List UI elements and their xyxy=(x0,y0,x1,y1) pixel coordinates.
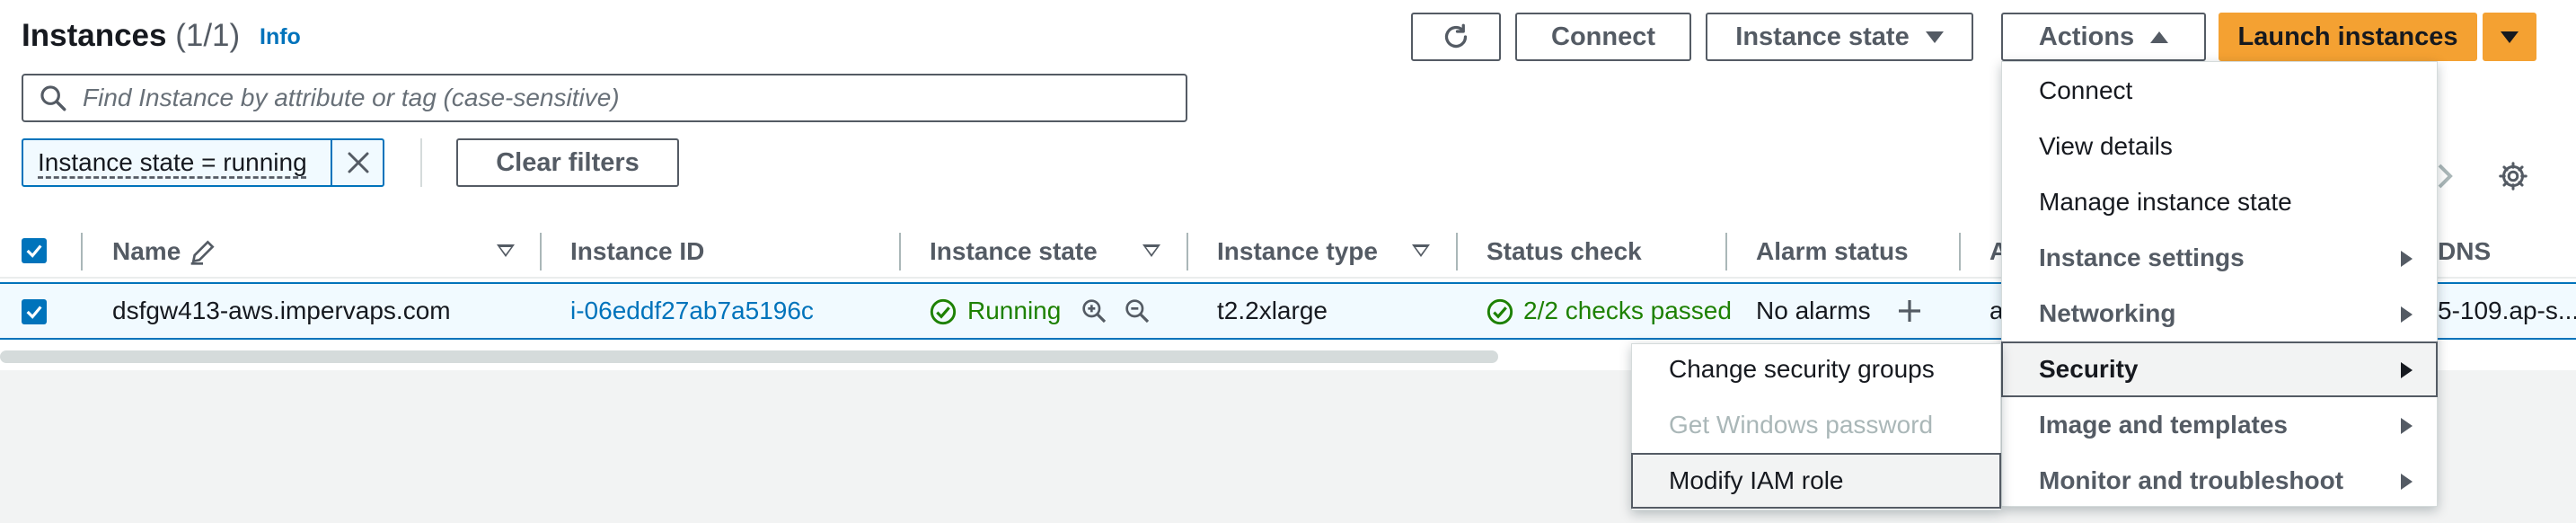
column-header-dns-label: DNS xyxy=(2438,237,2492,265)
clear-filters-label: Clear filters xyxy=(496,147,640,177)
edit-icon xyxy=(190,240,215,265)
search-box xyxy=(22,74,1187,122)
filter-icon[interactable] xyxy=(497,244,515,257)
refresh-button[interactable] xyxy=(1411,13,1501,61)
connect-button-label: Connect xyxy=(1551,22,1655,51)
submenu-item-label: Get Windows password xyxy=(1669,411,1934,439)
cell-alarm-status: No alarms xyxy=(1756,297,1871,324)
column-separator xyxy=(81,233,83,270)
instance-state-button[interactable]: Instance state xyxy=(1706,13,1973,61)
zoom-out-icon[interactable] xyxy=(1123,297,1151,325)
column-header-instance-state[interactable]: Instance state xyxy=(930,237,1098,266)
menu-item-label: Image and templates xyxy=(2039,411,2288,439)
clear-filters-button[interactable]: Clear filters xyxy=(456,138,679,187)
submenu-arrow-icon xyxy=(2401,362,2413,378)
search-input[interactable] xyxy=(81,83,1162,113)
info-link[interactable]: Info xyxy=(260,24,301,50)
menu-item-label: Manage instance state xyxy=(2039,188,2292,216)
submenu-arrow-icon xyxy=(2401,474,2413,490)
column-separator xyxy=(1187,233,1188,270)
cell-instance-type: t2.2xlarge xyxy=(1217,297,1328,324)
caret-down-icon xyxy=(2501,31,2519,43)
menu-item-label: Security xyxy=(2039,355,2139,383)
submenu-item-change-security-groups[interactable]: Change security groups xyxy=(1631,341,2001,397)
launch-instances-button[interactable]: Launch instances xyxy=(2219,13,2477,61)
zoom-in-icon[interactable] xyxy=(1080,297,1108,325)
menu-item-view-details[interactable]: View details xyxy=(2001,119,2438,174)
column-separator xyxy=(1725,233,1727,270)
filter-token-label[interactable]: Instance state = running xyxy=(23,148,343,177)
remove-filter-button[interactable] xyxy=(331,140,384,185)
status-check-icon xyxy=(1486,298,1513,325)
cell-dns-fragment: 5-109.ap-s... xyxy=(2438,297,2576,324)
row-checkbox[interactable] xyxy=(22,299,47,324)
actions-button[interactable]: Actions xyxy=(2001,13,2206,61)
column-header-instance-state-label: Instance state xyxy=(930,237,1098,265)
launch-instances-label: Launch instances xyxy=(2237,22,2458,51)
next-page-icon[interactable] xyxy=(2436,162,2454,191)
menu-item-monitor-and-troubleshoot[interactable]: Monitor and troubleshoot xyxy=(2001,453,2438,509)
menu-item-manage-instance-state[interactable]: Manage instance state xyxy=(2001,174,2438,230)
instance-id-link[interactable]: i-06eddf27ab7a5196c xyxy=(570,297,814,325)
column-header-instance-id[interactable]: Instance ID xyxy=(570,237,704,266)
select-all-checkbox[interactable] xyxy=(22,238,47,263)
filter-divider xyxy=(420,138,422,187)
add-alarm-icon[interactable] xyxy=(1895,297,1924,325)
menu-item-networking[interactable]: Networking xyxy=(2001,286,2438,341)
cell-name: dsfgw413-aws.impervaps.com xyxy=(112,297,451,324)
submenu-item-modify-iam-role[interactable]: Modify IAM role xyxy=(1631,453,2001,509)
launch-dropdown-button[interactable] xyxy=(2483,13,2536,61)
caret-down-icon xyxy=(1925,31,1944,43)
cell-status-check[interactable]: 2/2 checks passed xyxy=(1523,297,1732,325)
horizontal-scrollbar[interactable] xyxy=(0,350,1498,363)
status-ok-icon xyxy=(930,298,957,325)
caret-up-icon xyxy=(2150,31,2169,43)
column-header-status-check-label: Status check xyxy=(1486,237,1642,265)
submenu-item-get-windows-password: Get Windows password xyxy=(1631,397,2001,453)
column-header-alarm-status[interactable]: Alarm status xyxy=(1756,237,1909,266)
refresh-icon xyxy=(1444,23,1468,49)
submenu-item-label: Change security groups xyxy=(1669,355,1935,383)
column-header-name-label: Name xyxy=(112,237,181,265)
submenu-arrow-icon xyxy=(2401,418,2413,434)
gear-icon[interactable] xyxy=(2497,160,2529,192)
connect-button[interactable]: Connect xyxy=(1515,13,1691,61)
column-header-dns[interactable]: DNS xyxy=(2438,237,2491,266)
menu-item-connect[interactable]: Connect xyxy=(2001,63,2438,119)
instance-state-button-label: Instance state xyxy=(1735,22,1910,51)
filter-token: Instance state = running xyxy=(22,138,384,187)
filter-icon[interactable] xyxy=(1142,244,1160,257)
menu-item-instance-settings[interactable]: Instance settings xyxy=(2001,230,2438,286)
menu-item-label: Monitor and troubleshoot xyxy=(2039,466,2344,494)
column-separator xyxy=(1456,233,1458,270)
column-header-status-check[interactable]: Status check xyxy=(1486,237,1642,266)
menu-item-label: Connect xyxy=(2039,76,2133,104)
column-header-instance-type[interactable]: Instance type xyxy=(1217,237,1378,266)
column-separator xyxy=(899,233,901,270)
submenu-item-label: Modify IAM role xyxy=(1669,466,1844,494)
menu-item-security[interactable]: Security xyxy=(2001,341,2438,397)
column-header-name[interactable]: Name xyxy=(112,237,181,266)
page-title-text: Instances xyxy=(22,18,167,53)
column-separator xyxy=(540,233,542,270)
menu-item-image-and-templates[interactable]: Image and templates xyxy=(2001,397,2438,453)
column-header-instance-type-label: Instance type xyxy=(1217,237,1378,265)
menu-item-label: View details xyxy=(2039,132,2173,160)
menu-item-label: Networking xyxy=(2039,299,2176,327)
checkmark-icon xyxy=(26,244,42,258)
cell-instance-state: Running xyxy=(967,297,1062,324)
close-icon xyxy=(348,152,369,173)
column-separator xyxy=(1959,233,1961,270)
search-icon xyxy=(40,85,66,111)
actions-button-label: Actions xyxy=(2038,22,2135,51)
checkmark-icon xyxy=(26,306,42,319)
submenu-arrow-icon xyxy=(2401,306,2413,323)
page-title: Instances (1/1) xyxy=(22,14,240,58)
filter-icon[interactable] xyxy=(1412,244,1430,257)
column-header-instance-id-label: Instance ID xyxy=(570,237,705,265)
menu-item-label: Instance settings xyxy=(2039,244,2245,271)
instance-count: (1/1) xyxy=(175,18,241,53)
submenu-arrow-icon xyxy=(2401,251,2413,267)
column-header-alarm-status-label: Alarm status xyxy=(1756,237,1909,265)
